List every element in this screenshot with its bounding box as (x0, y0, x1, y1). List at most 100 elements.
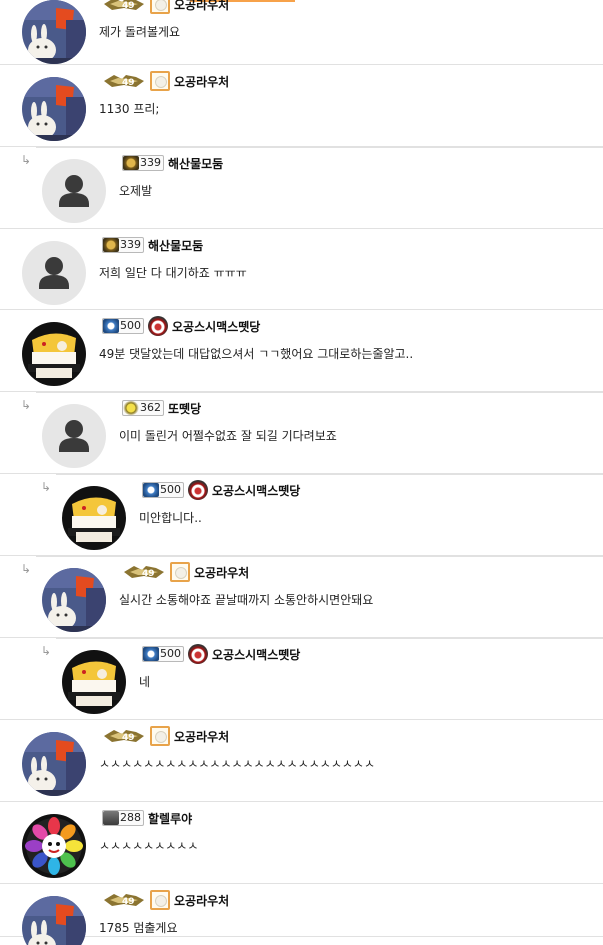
comment-item: 49 오공라우처제가 돌려볼게요 (0, 0, 603, 65)
avatar[interactable] (42, 159, 106, 223)
reply-arrow-icon: ↳ (21, 153, 32, 167)
comment-item: ↳ 339 해산물모둠오제발 (0, 147, 603, 229)
comment-header: 49 오공라우처 (122, 562, 249, 582)
level-emblem-icon (123, 401, 139, 415)
comment-text: 네 (139, 675, 151, 689)
level-number: 500 (160, 647, 181, 660)
comment-text: 1785 멈출게요 (99, 921, 178, 935)
comment-header: 49 오공라우처 (102, 71, 229, 91)
mascot-badge-icon (148, 316, 168, 336)
comment-item: 49 오공라우처 ㅅㅅㅅㅅㅅㅅㅅㅅㅅㅅㅅㅅㅅㅅㅅㅅㅅㅅㅅㅅㅅㅅㅅㅅㅅ (0, 720, 603, 802)
nickname[interactable]: 오공스시맥스뗏당 (172, 318, 260, 335)
comment-header: 500 오공스시맥스뗏당 (142, 644, 300, 664)
avatar[interactable] (22, 77, 86, 141)
comment-item: 288 할렐루야 ㅅㅅㅅㅅㅅㅅㅅㅅㅅ (0, 802, 603, 884)
avatar[interactable] (22, 322, 86, 386)
reply-divider (36, 392, 603, 393)
comment-header: 49 오공라우처 (102, 0, 229, 14)
level-emblem-icon (103, 811, 119, 825)
comment-text: ㅅㅅㅅㅅㅅㅅㅅㅅㅅ (99, 839, 199, 853)
comment-item: ↳ 362 또뗏당이미 돌린거 어쩔수없죠 잘 되길 기다려보죠 (0, 392, 603, 474)
nickname[interactable]: 할렐루야 (148, 810, 192, 827)
avatar[interactable] (62, 486, 126, 550)
avatar[interactable] (22, 241, 86, 305)
comment-text: 1130 프리; (99, 102, 160, 116)
comment-item: ↳ 500 오공스시맥스뗏당 미안합니다.. (0, 474, 603, 556)
avatar[interactable] (42, 568, 106, 632)
certified-badge-icon (150, 0, 170, 14)
level-badge: 500 (102, 318, 144, 334)
level-badge: 339 (122, 155, 164, 171)
nickname[interactable]: 오공스시맥스뗏당 (212, 482, 300, 499)
nickname[interactable]: 오공라우처 (174, 728, 229, 745)
avatar[interactable] (62, 650, 126, 714)
comment-header: 339 해산물모둠 (122, 153, 223, 173)
reply-arrow-icon: ↳ (21, 562, 32, 576)
reply-divider (56, 638, 603, 639)
avatar[interactable] (22, 896, 86, 945)
level-wing-icon: 49 (102, 0, 146, 12)
comment-text: 저희 일단 다 대기하죠 ㅠㅠㅠ (99, 266, 247, 280)
level-badge: 288 (102, 810, 144, 826)
level-emblem-icon (103, 238, 119, 252)
nickname[interactable]: 해산물모둠 (168, 155, 223, 172)
comment-header: 49 오공라우처 (102, 726, 229, 746)
comment-header: 500 오공스시맥스뗏당 (142, 480, 300, 500)
certified-badge-icon (170, 562, 190, 582)
reply-arrow-icon: ↳ (41, 480, 52, 494)
level-emblem-icon (123, 156, 139, 170)
nickname[interactable]: 오공라우처 (194, 564, 249, 581)
certified-badge-icon (150, 890, 170, 910)
level-wing-icon: 49 (122, 564, 166, 580)
comment-text: 49분 댓달았는데 대답없으셔서 ㄱㄱ했어요 그대로하는줄알고.. (99, 347, 414, 361)
level-badge: 339 (102, 237, 144, 253)
level-badge: 362 (122, 400, 164, 416)
comment-item: 500 오공스시맥스뗏당 49분 댓달았는데 대답없으셔서 ㄱㄱ했어요 그대로하는줄… (0, 310, 603, 392)
level-wing-icon: 49 (102, 892, 146, 908)
level-number: 339 (140, 156, 161, 169)
comment-header: 339 해산물모둠 (102, 235, 203, 255)
level-badge: 500 (142, 646, 184, 662)
reply-divider (36, 556, 603, 557)
svg-text:49: 49 (122, 78, 135, 88)
comment-item: 49 오공라우처 1785 멈출게요 (0, 884, 603, 945)
svg-text:49: 49 (122, 1, 135, 11)
reply-arrow-icon: ↳ (21, 398, 32, 412)
level-wing-icon: 49 (102, 73, 146, 89)
avatar[interactable] (22, 814, 86, 878)
comment-text: 이미 돌린거 어쩔수없죠 잘 되길 기다려보죠 (119, 429, 337, 443)
level-emblem-icon (143, 483, 159, 497)
avatar[interactable] (42, 404, 106, 468)
nickname[interactable]: 오공라우처 (174, 0, 229, 13)
comment-text: 제가 돌려볼게요 (99, 25, 181, 39)
nickname[interactable]: 해산물모둠 (148, 237, 203, 254)
comment-item: 49 오공라우처 1130 프리; (0, 65, 603, 147)
avatar[interactable] (22, 732, 86, 796)
mascot-badge-icon (188, 644, 208, 664)
svg-text:49: 49 (122, 733, 135, 743)
nickname[interactable]: 또뗏당 (168, 400, 201, 417)
avatar[interactable] (22, 0, 86, 64)
level-number: 500 (120, 319, 141, 332)
level-number: 339 (120, 238, 141, 251)
comment-header: 288 할렐루야 (102, 808, 192, 828)
comment-item: 339 해산물모둠저희 일단 다 대기하죠 ㅠㅠㅠ (0, 229, 603, 310)
comment-item: ↳ 49 오공라우처실시간 소통해야죠 끝날때까지 소통안하시면안돼요 (0, 556, 603, 638)
level-emblem-icon (103, 319, 119, 333)
nickname[interactable]: 오공스시맥스뗏당 (212, 646, 300, 663)
comment-text: 실시간 소통해야죠 끝날때까지 소통안하시면안돼요 (119, 593, 374, 607)
comment-item: ↳ 500 오공스시맥스뗏당네 (0, 638, 603, 720)
svg-text:49: 49 (122, 897, 135, 907)
comment-text: 오제발 (119, 184, 153, 198)
svg-text:49: 49 (142, 569, 155, 579)
level-number: 500 (160, 483, 181, 496)
nickname[interactable]: 오공라우처 (174, 892, 229, 909)
reply-arrow-icon: ↳ (41, 644, 52, 658)
comment-header: 500 오공스시맥스뗏당 (102, 316, 260, 336)
comment-header: 362 또뗏당 (122, 398, 201, 418)
reply-divider (56, 474, 603, 475)
mascot-badge-icon (188, 480, 208, 500)
comment-header: 49 오공라우처 (102, 890, 229, 910)
certified-badge-icon (150, 726, 170, 746)
nickname[interactable]: 오공라우처 (174, 73, 229, 90)
